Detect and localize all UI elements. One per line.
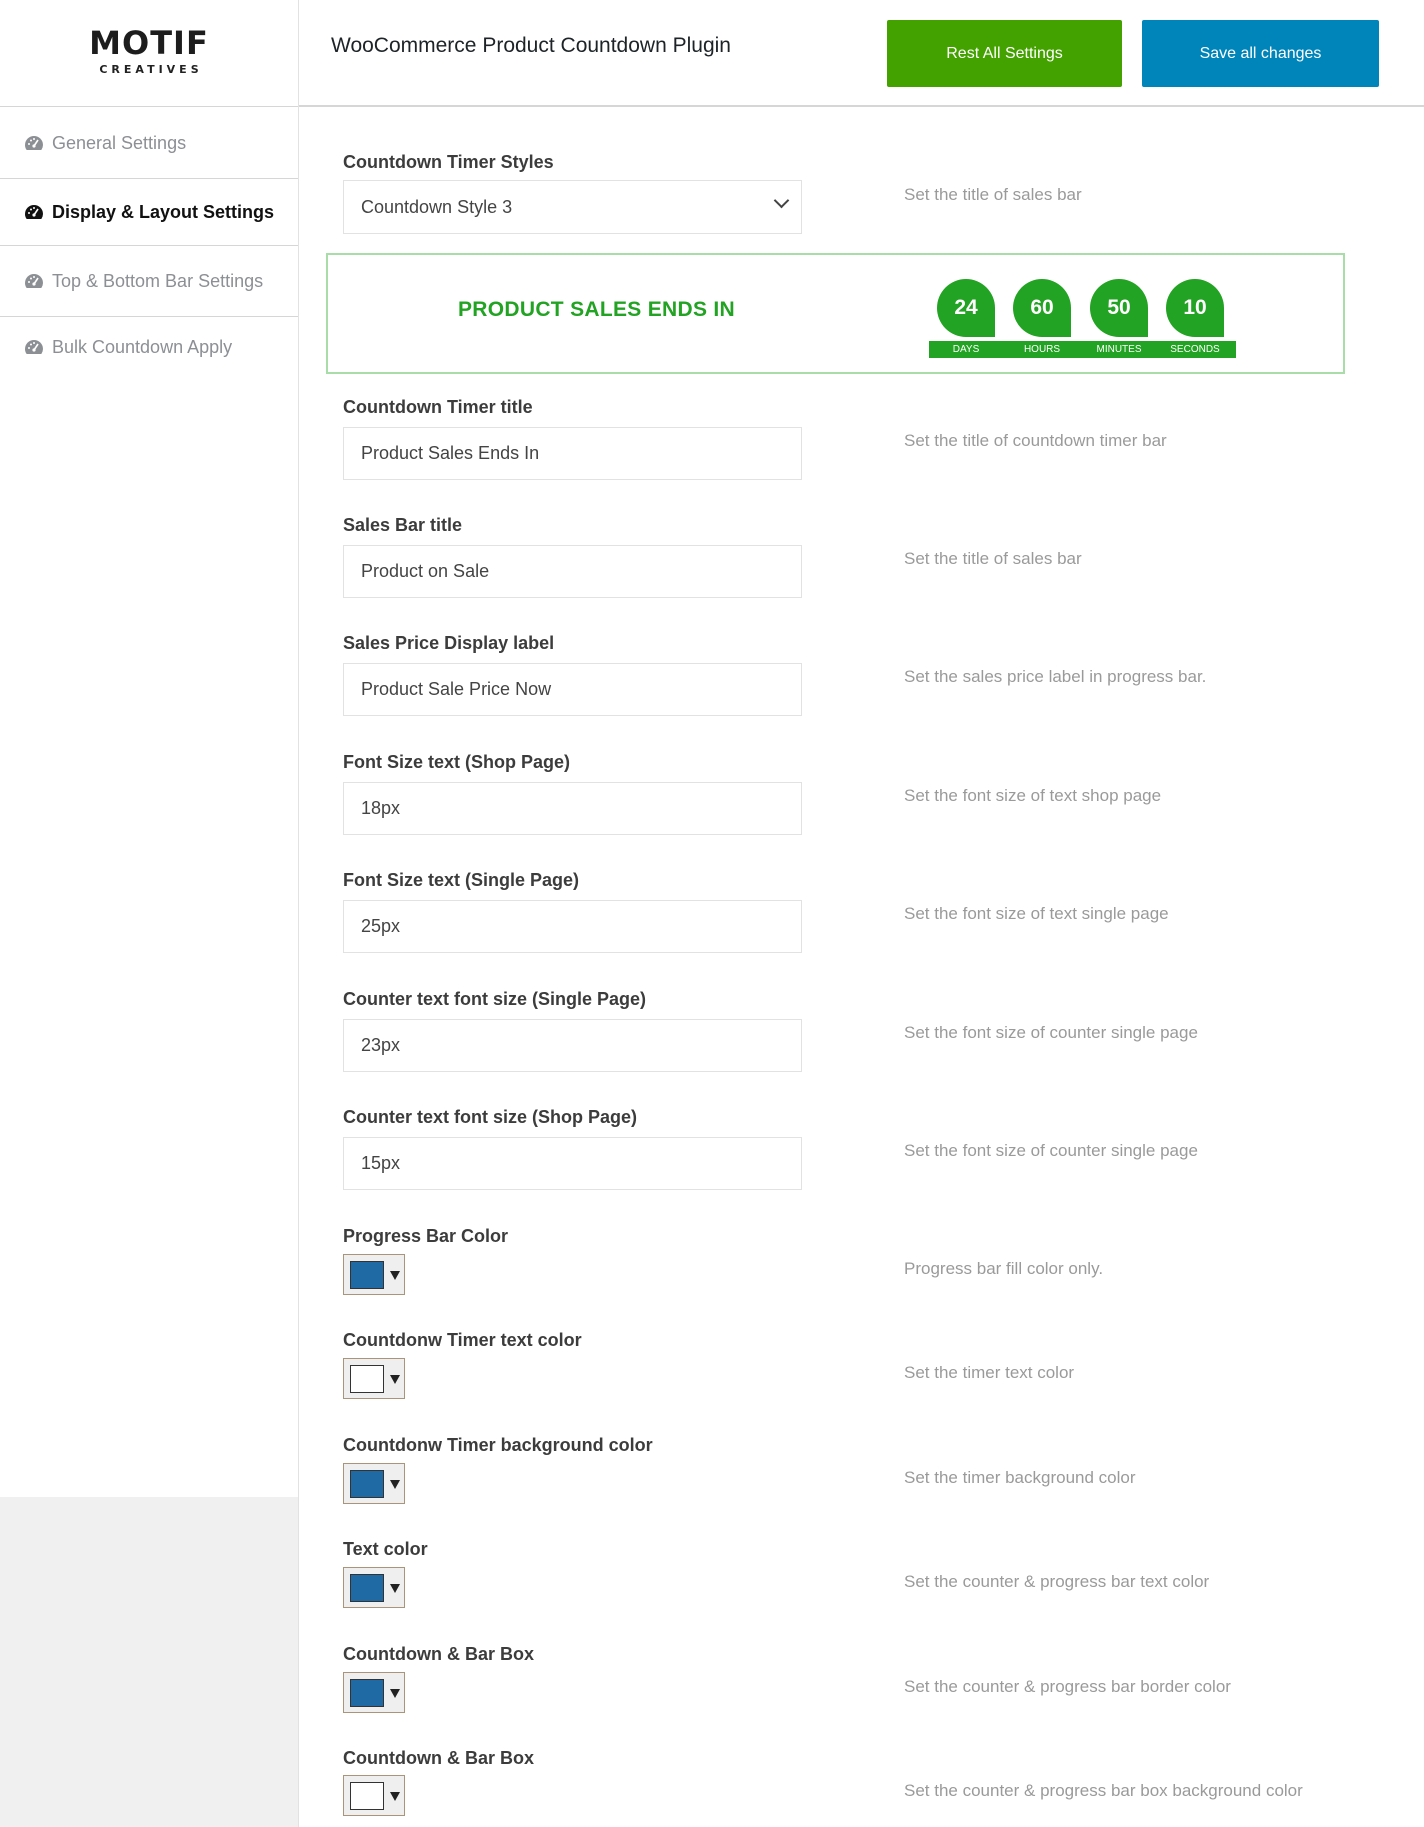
timer-value: 24 <box>937 279 995 337</box>
logo-sub-text: CREATIVES <box>99 62 203 76</box>
sales-price-label-input[interactable] <box>343 663 802 716</box>
dropdown-arrow-icon <box>390 1689 400 1698</box>
timer-unit-label: SECONDS <box>1170 344 1220 355</box>
field-hint: Set the font size of text single page <box>904 904 1169 923</box>
field-hint: Set the timer text color <box>904 1363 1075 1382</box>
timer-background-color-picker[interactable] <box>343 1463 405 1504</box>
dashboard-icon <box>25 340 43 354</box>
sidebar-item-label: Display & Layout Settings <box>52 201 275 222</box>
field-label: Text color <box>343 1539 428 1559</box>
sidebar-item-bulk-countdown-apply[interactable]: Bulk Countdown Apply <box>0 317 298 377</box>
select-value: Countdown Style 3 <box>361 196 513 217</box>
save-all-changes-button[interactable]: Save all changes <box>1142 20 1379 87</box>
timer-unit-label: DAYS <box>952 344 980 355</box>
sidebar-item-label: Top & Bottom Bar Settings <box>52 270 264 291</box>
chevron-down-icon <box>773 192 790 209</box>
brand-logo: MOTIF CREATIVES <box>0 0 298 107</box>
timer-value: 50 <box>1090 279 1148 337</box>
field-label: Font Size text (Single Page) <box>343 870 580 890</box>
sidebar-item-label: General Settings <box>52 132 187 153</box>
field-hint: Set the font size of counter single page <box>904 1141 1198 1160</box>
field-hint: Set the font size of text shop page <box>904 786 1162 805</box>
field-label: Progress Bar Color <box>343 1226 509 1246</box>
countdown-preview: PRODUCT SALES ENDS IN 24 60 50 10 DAYS H… <box>326 253 1345 374</box>
color-swatch <box>350 1365 384 1393</box>
timer-unit-days: 24 <box>937 279 995 337</box>
field-label: Countdown & Bar Box <box>343 1748 534 1768</box>
timer-unit-hours: 60 <box>1013 279 1071 337</box>
timer-text-color-picker[interactable] <box>343 1358 405 1399</box>
sidebar-item-display-layout-settings[interactable]: Display & Layout Settings <box>0 179 298 246</box>
dropdown-arrow-icon <box>390 1584 400 1593</box>
sidebar-item-label: Bulk Countdown Apply <box>52 336 233 357</box>
dashboard-icon <box>25 136 43 150</box>
dropdown-arrow-icon <box>390 1271 400 1280</box>
timer-unit-label: MINUTES <box>1096 344 1142 355</box>
color-swatch <box>350 1679 384 1707</box>
counter-font-size-shop-input[interactable] <box>343 1137 802 1190</box>
sidebar-item-general-settings[interactable]: General Settings <box>0 108 298 179</box>
dropdown-arrow-icon <box>390 1480 400 1489</box>
color-swatch <box>350 1261 384 1289</box>
sales-bar-title-input[interactable] <box>343 545 802 598</box>
sidebar-item-top-bottom-bar-settings[interactable]: Top & Bottom Bar Settings <box>0 246 298 317</box>
field-hint: Progress bar fill color only. <box>904 1259 1104 1278</box>
field-label: Sales Price Display label <box>343 633 555 653</box>
field-label: Countdonw Timer text color <box>343 1330 582 1350</box>
timer-value: 60 <box>1013 279 1071 337</box>
field-label: Counter text font size (Shop Page) <box>343 1107 638 1127</box>
preview-title: PRODUCT SALES ENDS IN <box>458 298 735 321</box>
field-hint: Set the title of countdown timer bar <box>904 431 1167 450</box>
reset-all-settings-button[interactable]: Rest All Settings <box>887 20 1122 87</box>
field-label: Font Size text (Shop Page) <box>343 752 571 772</box>
dashboard-icon <box>25 274 43 288</box>
text-color-picker[interactable] <box>343 1567 405 1608</box>
field-hint: Set the timer background color <box>904 1468 1136 1487</box>
field-hint: Set the sales price label in progress ba… <box>904 667 1207 686</box>
dropdown-arrow-icon <box>390 1375 400 1384</box>
field-label: Countdonw Timer background color <box>343 1435 653 1455</box>
dropdown-arrow-icon <box>390 1792 400 1801</box>
field-label: Countdown Timer title <box>343 397 533 417</box>
color-swatch <box>350 1782 384 1810</box>
font-size-shop-input[interactable] <box>343 782 802 835</box>
field-hint: Set the counter & progress bar text colo… <box>904 1572 1210 1591</box>
dashboard-icon <box>25 205 43 219</box>
field-label: Counter text font size (Single Page) <box>343 989 647 1009</box>
timer-unit-seconds: 10 <box>1166 279 1224 337</box>
page-header: WooCommerce Product Countdown Plugin Res… <box>299 0 1424 107</box>
countdown-timer-title-input[interactable] <box>343 427 802 480</box>
progress-bar-color-picker[interactable] <box>343 1254 405 1295</box>
field-hint: Set the title of sales bar <box>904 549 1082 568</box>
logo-main-text: MOTIF <box>89 23 209 62</box>
font-size-single-input[interactable] <box>343 900 802 953</box>
countdown-style-select[interactable]: Countdown Style 3 <box>343 180 802 234</box>
field-hint: Set the font size of counter single page <box>904 1023 1198 1042</box>
box-background-color-picker[interactable] <box>343 1775 405 1816</box>
box-border-color-picker[interactable] <box>343 1672 405 1713</box>
page-title: WooCommerce Product Countdown Plugin <box>331 34 731 57</box>
field-hint: Set the title of sales bar <box>904 185 1082 204</box>
field-label: Countdown Timer Styles <box>343 152 554 172</box>
color-swatch <box>350 1470 384 1498</box>
timer-unit-label: HOURS <box>1023 344 1061 355</box>
field-label: Countdown & Bar Box <box>343 1644 534 1664</box>
color-swatch <box>350 1574 384 1602</box>
field-hint: Set the counter & progress bar box backg… <box>904 1781 1303 1800</box>
field-label: Sales Bar title <box>343 515 463 535</box>
sidebar: MOTIF CREATIVES General Settings Display… <box>0 0 299 1827</box>
field-hint: Set the counter & progress bar border co… <box>904 1677 1231 1696</box>
counter-font-size-single-input[interactable] <box>343 1019 802 1072</box>
timer-unit-minutes: 50 <box>1090 279 1148 337</box>
timer-value: 10 <box>1166 279 1224 337</box>
